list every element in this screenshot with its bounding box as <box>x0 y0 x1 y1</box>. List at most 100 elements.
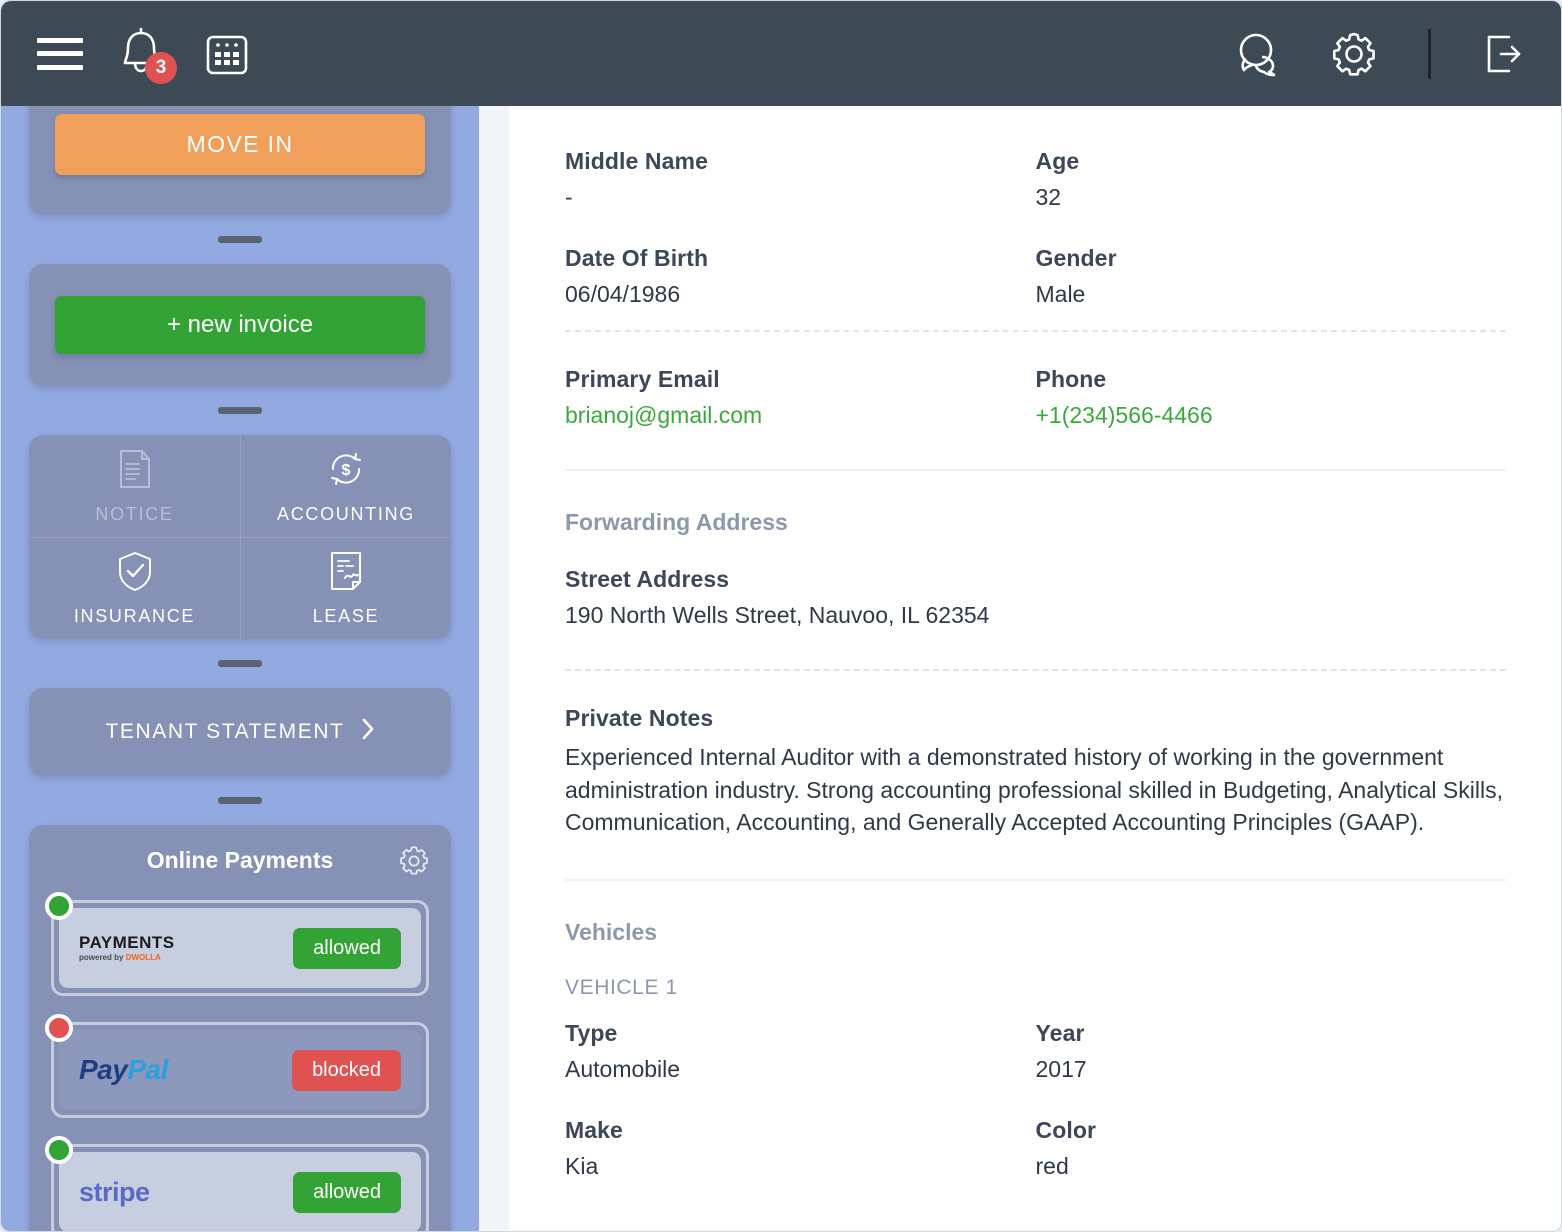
status-dot-red <box>45 1014 73 1042</box>
field-vehicle-type: Type Automobile <box>565 1020 1036 1083</box>
left-sidebar: MOVE IN + new invoice NOTICE $ ACCOUNTIN… <box>1 106 479 1231</box>
field-value: 2017 <box>1035 1055 1087 1082</box>
gear-icon[interactable] <box>1328 28 1380 80</box>
stripe-logo: stripe <box>79 1177 293 1208</box>
chat-icon[interactable] <box>1232 29 1284 79</box>
move-in-button[interactable]: MOVE IN <box>55 114 425 175</box>
vehicle-row-2: Make Kia Color red <box>565 1117 1506 1180</box>
payment-provider-frame[interactable]: Payments powered by DWOLLA allowed <box>51 900 429 996</box>
payment-provider-row: Payments powered by DWOLLA allowed <box>45 892 429 996</box>
field-street-address: Street Address 190 North Wells Street, N… <box>565 566 1506 629</box>
page-body: MOVE IN + new invoice NOTICE $ ACCOUNTIN… <box>1 106 1561 1231</box>
drag-handle[interactable] <box>218 797 262 804</box>
field-label: Primary Email <box>565 366 720 392</box>
field-gender: Gender Male <box>1036 245 1507 308</box>
payment-provider-frame[interactable]: stripe allowed <box>51 1144 429 1231</box>
private-notes-block: Private Notes Experienced Internal Audit… <box>565 705 1506 839</box>
dashed-divider <box>565 669 1506 671</box>
vehicles-section-title: Vehicles <box>565 918 658 945</box>
field-label: Make <box>565 1116 623 1143</box>
dollar-refresh-icon: $ <box>325 448 367 495</box>
notifications-button[interactable]: 3 <box>117 26 177 84</box>
field-label: Color <box>1035 1116 1097 1143</box>
application-window: 3 MOVE IN + new invoice NOTICE $ ACCOUNT… <box>0 0 1562 1232</box>
quick-actions-card: NOTICE $ ACCOUNTING INSURANCE LEASE <box>29 435 451 639</box>
dashed-divider <box>565 330 1506 332</box>
online-payments-title: Online Payments <box>146 847 334 873</box>
quick-action-accounting[interactable]: $ ACCOUNTING <box>240 435 451 537</box>
phone-link[interactable]: +1(234)566-4466 <box>1036 402 1213 428</box>
header-divider <box>1428 28 1431 79</box>
tenant-statement-button[interactable]: TENANT STATEMENT <box>29 688 451 776</box>
new-invoice-card: + new invoice <box>29 264 451 386</box>
quick-action-label: LEASE <box>312 606 380 626</box>
payment-status-chip[interactable]: blocked <box>292 1049 401 1091</box>
header-right-group <box>1232 28 1527 80</box>
quick-action-lease[interactable]: LEASE <box>240 537 451 639</box>
field-vehicle-year: Year 2017 <box>1036 1020 1507 1083</box>
field-value: 190 North Wells Street, Nauvoo, IL 62354 <box>565 602 990 628</box>
notification-count-badge: 3 <box>145 51 177 84</box>
tenant-details-panel: Middle Name - Age 32 Date Of Birth 06/04… <box>509 106 1561 1231</box>
email-link[interactable]: brianoj@gmail.com <box>565 402 762 428</box>
paypal-logo: PayPal <box>79 1054 168 1085</box>
header-left-group: 3 <box>37 26 251 84</box>
stripe-logo-text: stripe <box>79 1176 150 1207</box>
move-in-card: MOVE IN <box>29 106 451 215</box>
field-label: Street Address <box>565 566 730 592</box>
quick-action-notice[interactable]: NOTICE <box>29 435 240 537</box>
field-value: Kia <box>565 1152 599 1179</box>
payment-provider-row: stripe allowed <box>45 1136 429 1231</box>
quick-action-label: INSURANCE <box>73 606 196 626</box>
quick-action-insurance[interactable]: INSURANCE <box>29 537 240 639</box>
online-payments-card: Online Payments PAYMENTS powered by DWOL… <box>29 825 451 1231</box>
payment-provider-frame[interactable]: PayPal blocked <box>51 1022 429 1118</box>
signed-document-icon <box>327 550 365 597</box>
field-value: 32 <box>1035 184 1062 210</box>
forwarding-address-section-title: Forwarding Address <box>565 509 788 535</box>
field-label: Date Of Birth <box>565 245 709 271</box>
payment-provider-row: PayPal blocked <box>45 1014 429 1118</box>
quick-action-label: ACCOUNTING <box>277 503 415 524</box>
document-icon <box>116 448 154 495</box>
field-primary-email: Primary Email brianoj@gmail.com <box>565 366 1036 429</box>
field-label: Middle Name <box>565 148 708 174</box>
payment-provider-box: Payments powered by DWOLLA allowed <box>59 908 421 988</box>
payments-dwolla-logo: Payments powered by DWOLLA <box>79 933 175 962</box>
field-date-of-birth: Date Of Birth 06/04/1986 <box>565 245 1036 308</box>
personal-info-row-2: Date Of Birth 06/04/1986 Gender Male <box>565 245 1506 308</box>
quick-action-label: NOTICE <box>95 503 174 524</box>
field-label: Type <box>565 1019 618 1046</box>
vehicle-1-title: VEHICLE 1 <box>565 975 678 999</box>
field-vehicle-color: Color red <box>1036 1117 1507 1180</box>
contact-info-row: Primary Email brianoj@gmail.com Phone +1… <box>565 366 1506 429</box>
field-vehicle-make: Make Kia <box>565 1117 1036 1180</box>
private-notes-body: Experienced Internal Auditor with a demo… <box>565 744 1503 836</box>
field-value: red <box>1035 1152 1069 1179</box>
status-dot-green <box>45 1136 73 1164</box>
gear-icon[interactable] <box>397 844 431 883</box>
calendar-icon[interactable] <box>203 30 251 78</box>
svg-text:$: $ <box>342 462 351 479</box>
field-phone: Phone +1(234)566-4466 <box>1036 366 1507 429</box>
status-dot-green <box>45 892 73 920</box>
field-middle-name: Middle Name - <box>565 148 1036 211</box>
drag-handle[interactable] <box>218 660 262 667</box>
hamburger-menu-icon[interactable] <box>37 37 83 70</box>
section-divider <box>565 878 1506 881</box>
payment-status-chip[interactable]: allowed <box>293 927 401 969</box>
logout-icon[interactable] <box>1479 29 1527 79</box>
drag-handle[interactable] <box>218 407 262 414</box>
field-value: Automobile <box>565 1055 681 1082</box>
top-navigation-bar: 3 <box>1 1 1561 106</box>
field-value: 06/04/1986 <box>565 281 681 307</box>
payment-status-chip[interactable]: allowed <box>293 1171 401 1213</box>
field-label: Year <box>1035 1019 1085 1046</box>
tenant-statement-label: TENANT STATEMENT <box>105 720 345 743</box>
vehicle-row-1: Type Automobile Year 2017 <box>565 1020 1506 1083</box>
new-invoice-button[interactable]: + new invoice <box>55 296 425 354</box>
drag-handle[interactable] <box>218 236 262 243</box>
field-label: Phone <box>1035 366 1107 392</box>
field-label: Gender <box>1035 245 1117 271</box>
chevron-right-icon <box>361 717 375 747</box>
